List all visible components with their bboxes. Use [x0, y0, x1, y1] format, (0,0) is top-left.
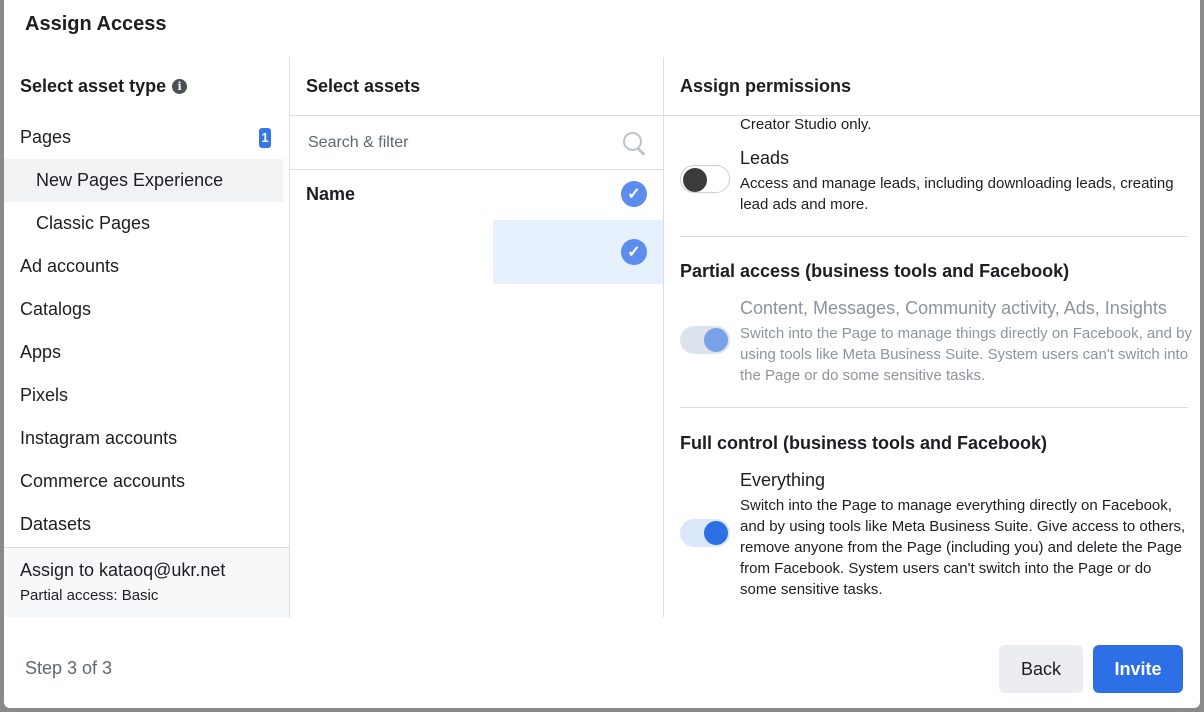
asset-type-classic-pages[interactable]: Classic Pages — [4, 202, 289, 245]
asset-type-ad-accounts[interactable]: Ad accounts — [4, 245, 289, 288]
partial-access-title: Content, Messages, Community activity, A… — [740, 298, 1167, 318]
asset-type-new-pages-experience[interactable]: New Pages Experience — [4, 159, 283, 202]
asset-type-instagram-accounts[interactable]: Instagram accounts — [4, 417, 289, 460]
asset-type-label: Pixels — [20, 385, 69, 405]
assign-access-dialog: Assign Access Select asset type i Pages … — [4, 0, 1200, 708]
search-icon[interactable] — [621, 130, 647, 156]
asset-type-catalogs[interactable]: Catalogs — [4, 288, 289, 331]
back-button[interactable]: Back — [999, 645, 1083, 693]
asset-type-label: Commerce accounts — [20, 471, 186, 491]
assign-summary: Assign to kataoq@ukr.net Partial access:… — [4, 547, 289, 617]
asset-type-pixels[interactable]: Pixels — [4, 374, 289, 417]
search-input[interactable] — [306, 132, 590, 153]
asset-type-label: Instagram accounts — [20, 428, 178, 448]
divider — [680, 407, 1188, 408]
permissions-column: Assign permissions Creator Studio only. … — [664, 57, 1200, 617]
dialog-title: Assign Access — [25, 13, 167, 35]
count-badge: 1 — [259, 128, 271, 148]
full-control-heading: Full control (business tools and Faceboo… — [680, 433, 1048, 453]
asset-type-label: New Pages Experience — [36, 170, 224, 190]
asset-checkbox[interactable]: ✓ — [621, 239, 647, 265]
leads-title: Leads — [740, 148, 790, 168]
leads-toggle[interactable] — [680, 165, 730, 193]
asset-type-label: Ad accounts — [20, 256, 120, 276]
search-bar — [290, 116, 663, 170]
invite-button[interactable]: Invite — [1093, 645, 1183, 693]
asset-type-commerce-accounts[interactable]: Commerce accounts — [4, 460, 289, 503]
dialog-footer: Step 3 of 3 Back Invite — [4, 617, 1200, 708]
asset-type-heading: Select asset type i — [4, 57, 289, 116]
asset-type-list: Pages 1 New Pages Experience Classic Pag… — [4, 116, 289, 546]
partial-access-description: Switch into the Page to manage things di… — [740, 325, 1192, 384]
assign-to-text: Assign to kataoq@ukr.net — [20, 560, 226, 580]
asset-type-pages[interactable]: Pages 1 — [4, 116, 289, 159]
leads-description: Access and manage leads, including downl… — [740, 175, 1174, 213]
full-control-description: Switch into the Page to manage everythin… — [740, 497, 1186, 598]
assets-column: Select assets Name ✓ ✓ — [290, 57, 664, 617]
asset-type-label: Classic Pages — [36, 213, 151, 233]
permissions-heading: Assign permissions — [664, 57, 1200, 116]
divider — [680, 236, 1188, 237]
asset-type-heading-label: Select asset type — [20, 76, 167, 96]
full-control-title: Everything — [740, 470, 826, 490]
asset-type-apps[interactable]: Apps — [4, 331, 289, 374]
assets-heading: Select assets — [290, 57, 663, 116]
asset-type-column: Select asset type i Pages 1 New Pages Ex… — [4, 57, 290, 617]
step-indicator: Step 3 of 3 — [25, 658, 113, 678]
asset-type-datasets[interactable]: Datasets — [4, 503, 289, 546]
select-all-checkbox[interactable]: ✓ — [621, 181, 647, 207]
partial-access-heading: Partial access (business tools and Faceb… — [680, 261, 1070, 281]
name-header-row: Name ✓ — [290, 170, 663, 218]
asset-type-label: Pages — [20, 127, 72, 147]
asset-row-selected[interactable]: ✓ — [493, 220, 663, 284]
info-icon[interactable]: i — [172, 79, 188, 94]
asset-type-label: Datasets — [20, 514, 92, 534]
asset-type-label: Catalogs — [20, 299, 92, 319]
partial-access-toggle — [680, 326, 730, 354]
truncated-description: Creator Studio only. — [740, 116, 872, 133]
assign-access-level: Partial access: Basic — [20, 587, 159, 604]
permissions-list: Creator Studio only. Leads Access and ma… — [664, 116, 1200, 617]
asset-type-label: Apps — [20, 342, 62, 362]
full-control-toggle[interactable] — [680, 519, 730, 547]
name-column-header: Name — [306, 183, 356, 204]
